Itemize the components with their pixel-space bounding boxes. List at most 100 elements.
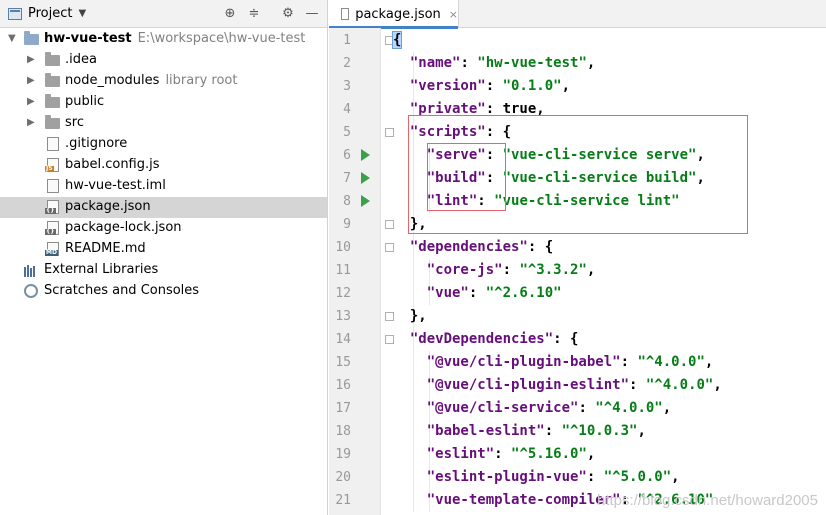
tree-item[interactable]: ▶ node_modules library root <box>0 71 327 92</box>
chevron-down-icon[interactable]: ▼ <box>8 34 18 44</box>
tree-item[interactable]: MD README.md <box>0 239 327 260</box>
editor-tab-bar: package.json × <box>329 0 826 29</box>
code-line: "@vue/cli-plugin-babel": "^4.0.0", <box>393 351 714 374</box>
json-string: "^10.0.3" <box>561 423 638 439</box>
json-punctuation: : <box>485 170 503 186</box>
json-file-icon <box>341 8 350 20</box>
chevron-right-icon[interactable]: ▶ <box>27 55 37 65</box>
json-punctuation: , <box>586 446 596 462</box>
line-number: 17 <box>335 401 351 416</box>
tree-item-label: hw-vue-test E:\workspace\hw-vue-test <box>44 31 306 46</box>
tree-item[interactable]: ▶ .idea <box>0 50 327 71</box>
project-header: Project ▼ ⊕ ≑ ⚙ — <box>0 0 327 28</box>
line-number: 5 <box>343 125 351 140</box>
json-string: "^4.0.0" <box>637 354 705 370</box>
json-key: "private" <box>393 101 486 117</box>
gear-icon[interactable]: ⚙ <box>280 6 296 22</box>
project-title[interactable]: Project <box>28 6 72 21</box>
chevron-right-icon[interactable]: ▶ <box>27 97 37 107</box>
json-punctuation: : <box>586 469 604 485</box>
json-punctuation: : <box>485 147 503 163</box>
tree-item[interactable]: ▶ public <box>0 92 327 113</box>
tree-item-label: public <box>65 94 105 109</box>
json-punctuation: }, <box>393 216 427 232</box>
json-punctuation: : { <box>527 239 554 255</box>
json-punctuation: : <box>485 101 503 117</box>
line-number: 21 <box>335 493 351 508</box>
json-string: "^4.0.0" <box>645 377 714 393</box>
code-area[interactable]: { "name": "hw-vue-test", "version": "0.1… <box>391 28 826 515</box>
json-punctuation: : <box>494 446 512 462</box>
code-line: "private": true, <box>393 98 545 121</box>
json-string: "vue-cli-service build" <box>502 170 697 186</box>
json-string: "^3.3.2" <box>519 262 587 278</box>
json-key: "devDependencies" <box>393 331 554 347</box>
json-punctuation: : <box>468 285 486 301</box>
tree-item[interactable]: .gitignore <box>0 134 327 155</box>
tree-item-label: package.json <box>65 199 151 214</box>
tab-label: package.json <box>355 6 441 22</box>
json-key: "lint" <box>393 193 478 209</box>
code-line: "@vue/cli-service": "^4.0.0", <box>393 397 671 420</box>
json-punctuation: : { <box>485 124 512 140</box>
code-line: "vue": "^2.6.10" <box>393 282 562 305</box>
json-punctuation: , <box>671 469 680 485</box>
chevron-down-icon[interactable]: ▼ <box>78 8 86 19</box>
json-punctuation: , <box>696 147 705 163</box>
tree-item[interactable]: {} package-lock.json <box>0 218 327 239</box>
tree-item[interactable]: {} package.json <box>0 197 327 218</box>
run-script-icon[interactable] <box>361 149 370 161</box>
json-key: "@vue/cli-service" <box>393 400 579 416</box>
json-string: "^5.0.0" <box>603 469 672 485</box>
tree-item-label: node_modules library root <box>65 73 238 88</box>
run-script-icon[interactable] <box>361 195 370 207</box>
tree-item-label: src <box>65 115 84 130</box>
code-line: "@vue/cli-plugin-eslint": "^4.0.0", <box>393 374 722 397</box>
chevron-right-icon[interactable]: ▶ <box>27 118 37 128</box>
folder-icon <box>45 94 60 110</box>
json-key: "vue-template-compiler" <box>393 492 621 508</box>
json-punctuation: , <box>704 354 714 370</box>
folder-icon <box>45 115 60 131</box>
json-punctuation: : <box>620 354 638 370</box>
tree-item[interactable]: Scratches and Consoles <box>0 281 327 302</box>
line-number: 6 <box>343 148 351 163</box>
json-string: "vue-cli-service lint" <box>494 193 680 209</box>
locate-file-icon[interactable]: ⊕ <box>222 6 238 22</box>
tree-item[interactable]: External Libraries <box>0 260 327 281</box>
close-icon[interactable]: × <box>449 8 458 21</box>
json-punctuation: : <box>477 193 495 209</box>
json-string: "0.1.0" <box>502 78 562 94</box>
file-icon <box>45 137 60 152</box>
line-number: 12 <box>335 286 351 301</box>
tree-item[interactable]: JS babel.config.js <box>0 155 327 176</box>
tab-package-json[interactable]: package.json × <box>329 0 459 29</box>
json-file-icon: {} <box>45 221 60 236</box>
json-punctuation: , <box>536 101 545 117</box>
collapse-all-icon[interactable]: ≑ <box>246 6 262 22</box>
tree-item-label: babel.config.js <box>65 157 160 172</box>
code-line: "dependencies": { <box>393 236 553 259</box>
code-line: "lint": "vue-cli-service lint" <box>393 190 680 213</box>
json-punctuation: , <box>586 55 596 71</box>
run-script-icon[interactable] <box>361 172 370 184</box>
code-line: "name": "hw-vue-test", <box>393 52 595 75</box>
json-key: "eslint" <box>393 446 495 462</box>
iml-file-icon <box>45 179 60 194</box>
line-number: 8 <box>343 194 351 209</box>
line-number: 3 <box>343 79 351 94</box>
code-line: "core-js": "^3.3.2", <box>393 259 596 282</box>
tree-item[interactable]: ▶ src <box>0 113 327 134</box>
line-number: 15 <box>335 355 351 370</box>
tree-item[interactable]: ▼ hw-vue-test E:\workspace\hw-vue-test <box>0 29 327 50</box>
json-punctuation: , <box>637 423 646 439</box>
code-line: "eslint": "^5.16.0", <box>393 443 596 466</box>
code-line: "devDependencies": { <box>393 328 579 351</box>
tree-item-label: External Libraries <box>44 262 159 277</box>
tree-item[interactable]: hw-vue-test.iml <box>0 176 327 197</box>
hide-panel-icon[interactable]: — <box>304 6 320 22</box>
json-string: "^2.6.10" <box>485 285 562 301</box>
json-key: "serve" <box>393 147 486 163</box>
chevron-right-icon[interactable]: ▶ <box>27 76 37 86</box>
json-string: "vue-cli-service serve" <box>502 147 697 163</box>
